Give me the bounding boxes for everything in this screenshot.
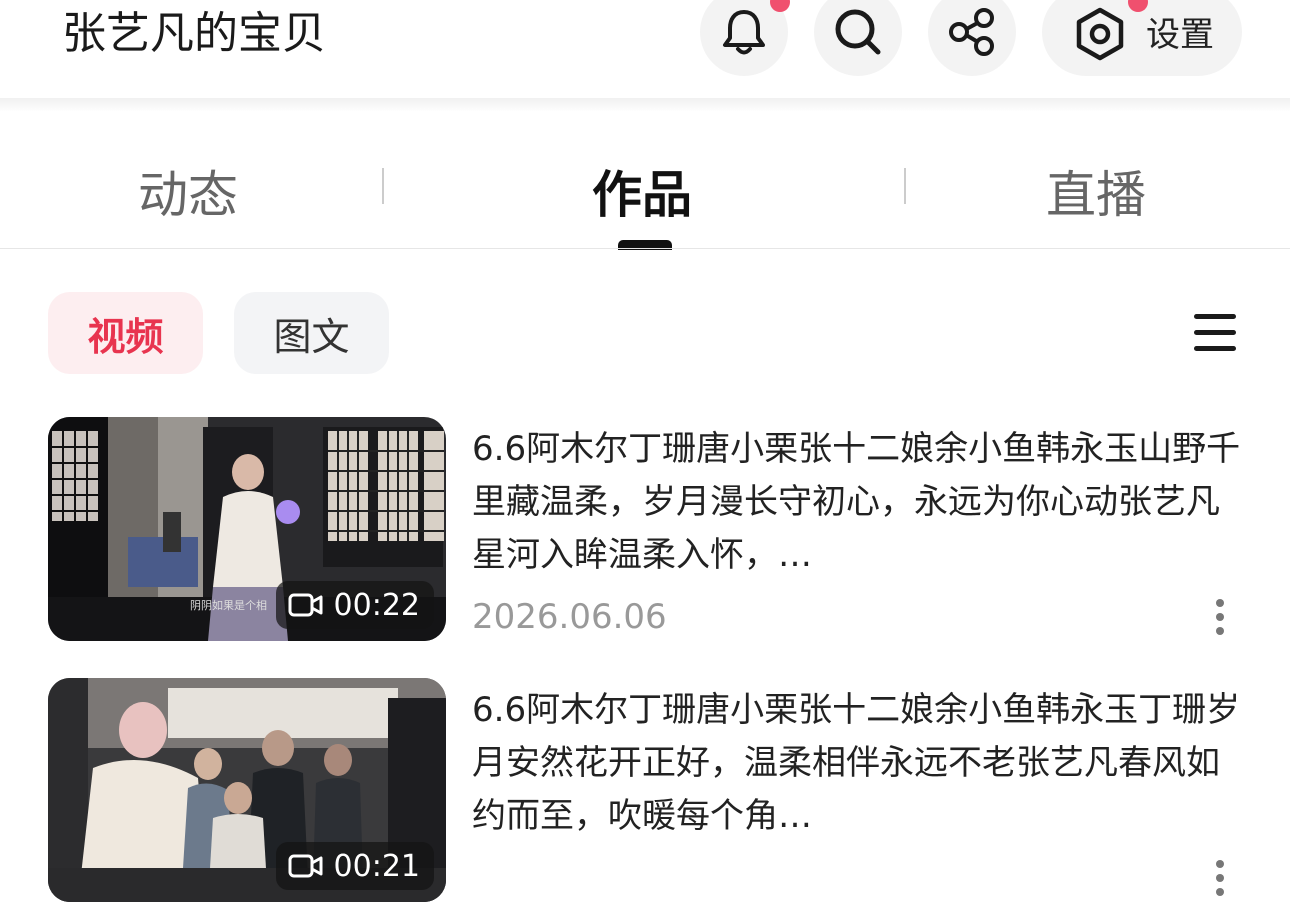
video-title[interactable]: 6.6阿木尔丁珊唐小栗张十二娘余小鱼韩永玉丁珊岁月安然花开正好，温柔相伴永远不老… (472, 684, 1252, 843)
share-button[interactable] (928, 0, 1016, 76)
video-camera-icon (288, 854, 323, 878)
duration-text: 00:21 (333, 848, 420, 884)
filter-chip-video[interactable]: 视频 (48, 292, 203, 374)
video-date: 2026.06.06 (472, 597, 667, 637)
list-menu-icon[interactable] (1192, 310, 1238, 356)
top-bar: 张艺凡的宝贝 设置 (0, 0, 1290, 100)
notification-button[interactable] (700, 0, 790, 76)
video-thumbnail[interactable]: 00:21 (48, 678, 446, 902)
filter-chip-image-text[interactable]: 图文 (234, 292, 389, 374)
settings-button[interactable]: 设置 (1042, 0, 1242, 76)
more-options-icon[interactable] (1210, 597, 1230, 637)
duration-badge: 00:22 (275, 581, 434, 629)
tab-separator (904, 168, 906, 204)
tab-live[interactable]: 直播 (1046, 162, 1146, 228)
settings-label: 设置 (1146, 15, 1214, 55)
tab-separator (382, 168, 384, 204)
bell-icon (723, 10, 765, 55)
video-title[interactable]: 6.6阿木尔丁珊唐小栗张十二娘余小鱼韩永玉山野千里藏温柔，岁月漫长守初心，永远为… (472, 423, 1252, 582)
video-camera-icon (288, 593, 323, 617)
settings-icon (1076, 7, 1124, 61)
header-divider (0, 98, 1290, 112)
video-card[interactable]: 00:21 6.6阿木尔丁珊唐小栗张十二娘余小鱼韩永玉丁珊岁月安然花开正好，温柔… (48, 678, 1258, 904)
profile-tabs: 动态 作品 直播 (0, 140, 1290, 250)
tabs-divider (0, 248, 1290, 249)
search-icon (835, 9, 881, 55)
video-thumbnail[interactable]: 阴阴如果是个相 00:22 (48, 417, 446, 641)
search-button[interactable] (814, 0, 902, 76)
video-card[interactable]: 阴阴如果是个相 00:22 6.6阿木尔丁珊唐小栗张十二娘余小鱼韩永玉山野千里藏… (48, 417, 1258, 643)
duration-text: 00:22 (333, 587, 420, 623)
svg-text:阴阴如果是个相: 阴阴如果是个相 (190, 598, 267, 612)
notification-dot (770, 0, 790, 12)
tab-works[interactable]: 作品 (592, 162, 692, 228)
settings-dot (1128, 0, 1148, 12)
page-title: 张艺凡的宝贝 (62, 8, 326, 59)
more-options-icon[interactable] (1210, 858, 1230, 898)
tab-dynamic[interactable]: 动态 (138, 162, 238, 228)
duration-badge: 00:21 (275, 842, 434, 890)
share-icon (949, 8, 994, 56)
